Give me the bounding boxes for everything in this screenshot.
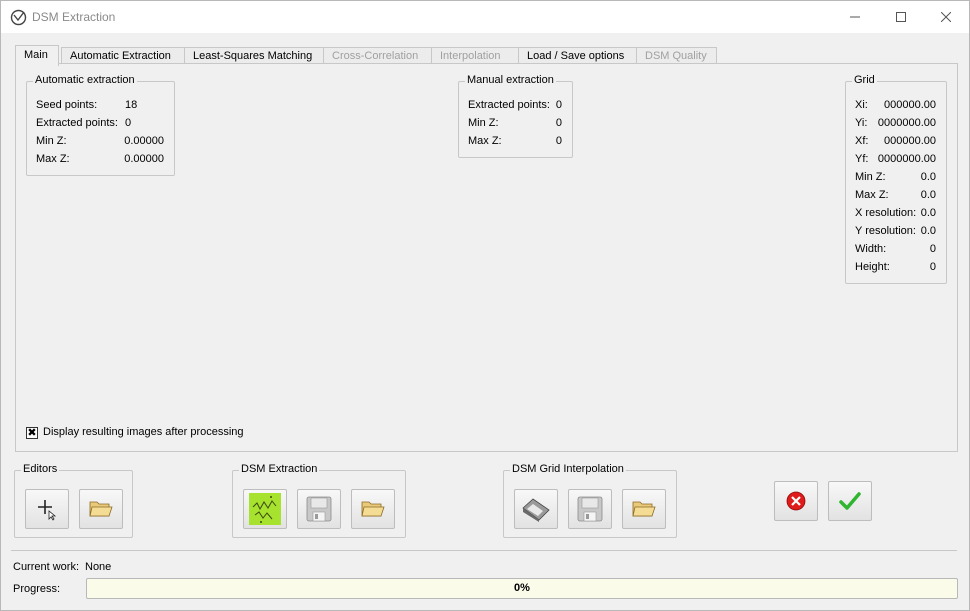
progress-bar: 0%: [86, 578, 958, 599]
grid-yf-label: Yf:: [855, 153, 869, 165]
grid-max-z-value: 0.0: [920, 189, 936, 201]
tab-main[interactable]: Main: [15, 45, 59, 66]
current-work-value: None: [85, 561, 112, 573]
maximize-icon: [896, 12, 906, 22]
status-separator: [11, 550, 957, 551]
grid-xf-label: Xf:: [855, 135, 869, 147]
cancel-button[interactable]: [774, 481, 818, 521]
grid-min-z-label: Min Z:: [855, 171, 886, 183]
grid-x-resolution-label: X resolution:: [855, 207, 917, 219]
save-disk-icon: [577, 496, 603, 522]
dsm-grid-interpolation-group: DSM Grid Interpolation: [503, 463, 677, 538]
manual-extraction-title: Manual extraction: [465, 74, 556, 86]
grid-y-resolution-label: Y resolution:: [855, 225, 916, 237]
add-point-icon: [38, 500, 57, 521]
grid-yi-label: Yi:: [855, 117, 868, 129]
grid-xf-value: 000000.00: [884, 135, 936, 147]
editors-title: Editors: [21, 463, 60, 475]
save-disk-icon: [306, 496, 332, 522]
dsm-extraction-open-button[interactable]: [351, 489, 395, 529]
min-z-label: Min Z:: [36, 135, 67, 147]
grid-width-label: Width:: [855, 243, 887, 255]
ok-checkmark-icon: [839, 492, 861, 510]
grid-group: Grid Xi: 000000.00 Yi: 0000000.00 Xf: 00…: [845, 74, 947, 284]
display-results-checkbox[interactable]: ✖: [26, 427, 38, 439]
dsm-extraction-save-button[interactable]: [297, 489, 341, 529]
dsm-grid-interpolation-title: DSM Grid Interpolation: [510, 463, 626, 475]
current-work-label: Current work:: [13, 561, 80, 573]
dsm-extraction-group: DSM Extraction: [232, 463, 406, 538]
grid-interpolate-button[interactable]: [514, 489, 558, 529]
dsm-extract-button[interactable]: [243, 489, 287, 529]
manual-min-z-value: 0: [555, 117, 562, 129]
grid-yf-value: 0000000.00: [877, 153, 936, 165]
grid-interpolate-icon: [522, 498, 550, 522]
manual-extraction-group: Manual extraction Extracted points: 0 Mi…: [458, 74, 573, 158]
grid-height-label: Height:: [855, 261, 890, 273]
grid-y-resolution-value: 0.0: [920, 225, 936, 237]
app-logo-icon: [10, 9, 27, 26]
display-results-label[interactable]: Display resulting images after processin…: [43, 426, 244, 438]
grid-min-z-value: 0.0: [920, 171, 936, 183]
manual-extracted-points-label: Extracted points:: [468, 99, 550, 111]
close-button[interactable]: [923, 1, 969, 33]
editors-group: Editors: [14, 463, 133, 538]
progress-text: 0%: [514, 582, 530, 594]
dsm-extraction-window: DSM Extraction Main Automatic Extraction…: [0, 0, 970, 611]
main-tab-panel: Automatic extraction Seed points: 18 Ext…: [15, 63, 958, 452]
add-point-button[interactable]: [25, 489, 69, 529]
max-z-label: Max Z:: [36, 153, 70, 165]
ok-button[interactable]: [828, 481, 872, 521]
open-folder-icon: [361, 501, 385, 517]
grid-interpolation-open-button[interactable]: [622, 489, 666, 529]
cancel-icon: [786, 491, 806, 511]
automatic-extraction-group: Automatic extraction Seed points: 18 Ext…: [26, 74, 175, 176]
grid-interpolation-save-button[interactable]: [568, 489, 612, 529]
manual-min-z-label: Min Z:: [468, 117, 499, 129]
editors-open-button[interactable]: [79, 489, 123, 529]
dsm-extraction-title: DSM Extraction: [239, 463, 320, 475]
grid-yi-value: 0000000.00: [877, 117, 936, 129]
min-z-value: 0.00000: [124, 135, 164, 147]
maximize-button[interactable]: [878, 1, 924, 33]
minimize-icon: [850, 16, 860, 18]
grid-x-resolution-value: 0.0: [920, 207, 936, 219]
extracted-points-value: 0: [125, 117, 132, 129]
grid-title: Grid: [852, 74, 877, 86]
minimize-button[interactable]: [832, 1, 878, 33]
extracted-points-label: Extracted points:: [36, 117, 118, 129]
seed-points-label: Seed points:: [36, 99, 98, 111]
automatic-extraction-title: Automatic extraction: [33, 74, 137, 86]
manual-max-z-label: Max Z:: [468, 135, 502, 147]
grid-max-z-label: Max Z:: [855, 189, 889, 201]
close-icon: [941, 12, 951, 22]
title-bar: DSM Extraction: [1, 1, 969, 33]
progress-label: Progress:: [13, 583, 61, 595]
window-title: DSM Extraction: [32, 10, 116, 24]
dsm-extract-icon: [249, 493, 281, 525]
grid-xi-value: 000000.00: [884, 99, 936, 111]
grid-xi-label: Xi:: [855, 99, 868, 111]
open-folder-icon: [89, 501, 113, 517]
grid-width-value: 0: [929, 243, 936, 255]
open-folder-icon: [632, 501, 656, 517]
seed-points-value: 18: [125, 99, 138, 111]
max-z-value: 0.00000: [124, 153, 164, 165]
grid-height-value: 0: [929, 261, 936, 273]
manual-max-z-value: 0: [555, 135, 562, 147]
manual-extracted-points-value: 0: [555, 99, 562, 111]
